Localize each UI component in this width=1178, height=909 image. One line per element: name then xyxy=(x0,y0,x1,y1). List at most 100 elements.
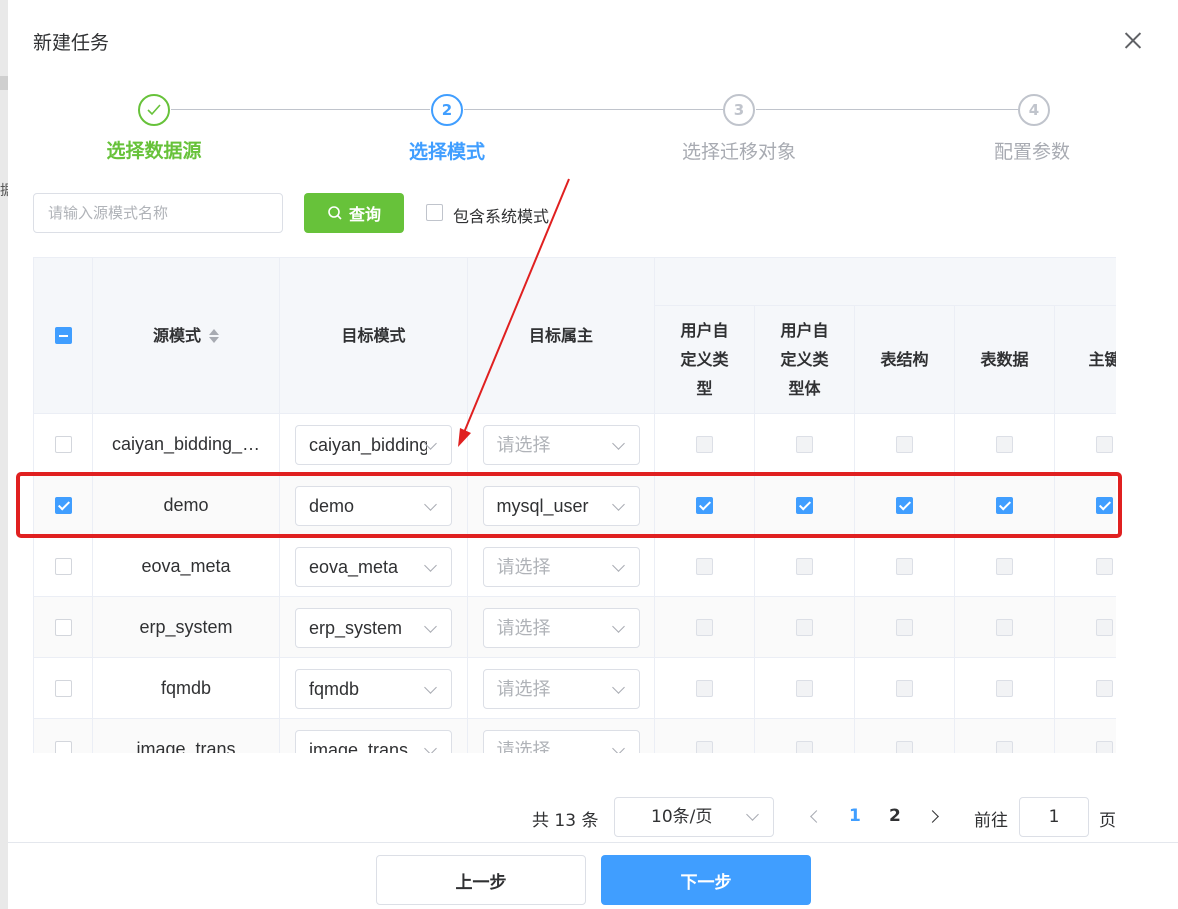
target-owner-select[interactable]: 请选择 xyxy=(482,546,640,587)
query-button[interactable]: 查询 xyxy=(304,193,404,233)
row-checkbox[interactable] xyxy=(54,680,72,697)
row-select-cell xyxy=(34,536,93,597)
udt-checkbox[interactable] xyxy=(696,436,713,453)
page-size-select[interactable]: 10条/页 xyxy=(614,797,774,837)
source-schema-cell: demo xyxy=(93,475,280,536)
data-checkbox[interactable] xyxy=(996,497,1013,514)
target-schema-select[interactable]: caiyan_bidding xyxy=(295,424,452,465)
pk-checkbox[interactable] xyxy=(1096,558,1113,575)
structure-checkbox[interactable] xyxy=(896,741,913,753)
next-page-icon[interactable] xyxy=(926,810,939,823)
target-owner-select[interactable]: 请选择 xyxy=(482,668,640,709)
row-select-cell xyxy=(34,719,93,753)
target-schema-select[interactable]: erp_system xyxy=(295,607,452,648)
table-row: erp_system erp_system 请选择 xyxy=(34,597,1116,658)
udt-body-checkbox[interactable] xyxy=(796,680,813,697)
data-checkbox[interactable] xyxy=(996,436,1013,453)
target-owner-select[interactable]: mysql_user xyxy=(482,485,640,526)
goto-unit: 页 xyxy=(1099,811,1116,831)
row-select-cell xyxy=(34,414,93,475)
udt-body-cell xyxy=(755,658,855,719)
step-1-label: 选择数据源 xyxy=(106,140,202,162)
include-system-checkbox[interactable] xyxy=(426,204,443,221)
table-row: eova_meta eova_meta 请选择 xyxy=(34,536,1116,597)
structure-cell xyxy=(855,658,955,719)
pk-checkbox[interactable] xyxy=(1096,436,1113,453)
udt-checkbox[interactable] xyxy=(696,497,713,514)
target-owner-select-value: 请选择 xyxy=(496,617,551,638)
row-checkbox[interactable] xyxy=(54,436,72,453)
step-3-label: 选择迁移对象 xyxy=(681,141,796,163)
select-all-checkbox[interactable] xyxy=(54,327,72,344)
sort-caret-icon[interactable] xyxy=(209,328,219,344)
data-checkbox[interactable] xyxy=(996,680,1013,697)
header-udt: 用户自定义类型 xyxy=(655,306,755,414)
pk-checkbox[interactable] xyxy=(1096,680,1113,697)
structure-checkbox[interactable] xyxy=(896,497,913,514)
pagination-total: 共 13 条 xyxy=(532,811,599,831)
next-step-button[interactable]: 下一步 xyxy=(601,855,811,905)
target-owner-select-value: 请选择 xyxy=(496,556,551,577)
target-schema-select[interactable]: demo xyxy=(295,485,452,526)
header-select-all xyxy=(34,258,93,414)
structure-checkbox[interactable] xyxy=(896,558,913,575)
header-udt-body: 用户自定义类型体 xyxy=(755,306,855,414)
header-data: 表数据 xyxy=(955,306,1055,414)
udt-body-checkbox[interactable] xyxy=(796,741,813,753)
data-cell xyxy=(955,536,1055,597)
udt-body-checkbox[interactable] xyxy=(796,436,813,453)
pk-checkbox[interactable] xyxy=(1096,741,1113,753)
page-1[interactable]: 1 xyxy=(849,806,861,826)
udt-checkbox[interactable] xyxy=(696,619,713,636)
row-select-cell xyxy=(34,658,93,719)
structure-cell xyxy=(855,536,955,597)
structure-checkbox[interactable] xyxy=(896,619,913,636)
target-owner-select[interactable]: 请选择 xyxy=(482,607,640,648)
target-owner-select[interactable]: 请选择 xyxy=(482,729,640,753)
search-input[interactable] xyxy=(33,193,283,233)
udt-body-checkbox[interactable] xyxy=(796,558,813,575)
source-schema-name: fqmdb xyxy=(160,678,212,698)
row-checkbox[interactable] xyxy=(54,497,72,514)
prev-step-button[interactable]: 上一步 xyxy=(376,855,586,905)
pk-cell xyxy=(1055,719,1116,753)
structure-checkbox[interactable] xyxy=(896,680,913,697)
target-schema-select[interactable]: eova_meta xyxy=(295,546,452,587)
prev-page-icon[interactable] xyxy=(810,810,823,823)
udt-cell xyxy=(655,597,755,658)
goto-page-input[interactable]: 1 xyxy=(1019,797,1089,837)
udt-checkbox[interactable] xyxy=(696,558,713,575)
target-owner-select-value: 请选择 xyxy=(496,434,551,455)
udt-checkbox[interactable] xyxy=(696,680,713,697)
close-icon[interactable] xyxy=(1120,28,1146,54)
data-checkbox[interactable] xyxy=(996,619,1013,636)
data-checkbox[interactable] xyxy=(996,558,1013,575)
target-schema-select-value: image_trans xyxy=(309,739,409,754)
target-schema-select[interactable]: fqmdb xyxy=(295,668,452,709)
udt-checkbox[interactable] xyxy=(696,741,713,753)
target-schema-cell: demo xyxy=(280,475,468,536)
row-checkbox[interactable] xyxy=(54,619,72,636)
step-1-circle xyxy=(138,94,170,126)
row-checkbox[interactable] xyxy=(54,741,72,753)
data-checkbox[interactable] xyxy=(996,741,1013,753)
structure-cell xyxy=(855,719,955,753)
header-source[interactable]: 源模式 xyxy=(93,258,280,414)
target-owner-select[interactable]: 请选择 xyxy=(482,424,640,465)
chevron-down-icon xyxy=(746,808,759,821)
header-target: 目标模式 xyxy=(280,258,468,414)
row-checkbox[interactable] xyxy=(54,558,72,575)
target-owner-cell: 请选择 xyxy=(468,719,655,753)
udt-body-checkbox[interactable] xyxy=(796,619,813,636)
header-udt-label: 用户自定义类型 xyxy=(680,321,729,398)
target-owner-cell: 请选择 xyxy=(468,597,655,658)
pk-checkbox[interactable] xyxy=(1096,497,1113,514)
structure-checkbox[interactable] xyxy=(896,436,913,453)
page-2[interactable]: 2 xyxy=(889,806,901,826)
target-schema-select[interactable]: image_trans xyxy=(295,729,452,754)
structure-cell xyxy=(855,475,955,536)
search-icon xyxy=(328,206,342,220)
udt-body-checkbox[interactable] xyxy=(796,497,813,514)
pk-checkbox[interactable] xyxy=(1096,619,1113,636)
source-schema-name: image_trans xyxy=(136,739,236,753)
